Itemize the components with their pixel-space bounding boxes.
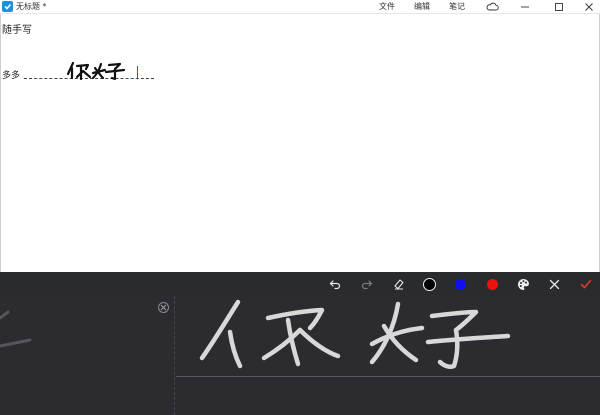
pad-baseline (176, 376, 600, 377)
redo-button[interactable] (360, 277, 374, 291)
text-caret (137, 66, 138, 79)
pen-blue-button[interactable] (453, 277, 467, 291)
maximize-button[interactable] (548, 0, 570, 13)
palette-button[interactable] (516, 277, 530, 291)
handwriting-toolbar (0, 272, 600, 296)
handwriting-pad[interactable]: 你好 (0, 296, 600, 415)
title-bar: 无标题 * 文件 编辑 笔记 (0, 0, 600, 14)
confirm-icon (580, 279, 592, 289)
close-window-button[interactable] (578, 0, 600, 13)
document-page[interactable] (0, 14, 600, 272)
eraser-icon (394, 279, 404, 290)
pen-color-blue (454, 278, 466, 290)
eraser-button[interactable] (392, 277, 406, 291)
palette-icon (517, 278, 529, 290)
cloud-icon[interactable] (486, 2, 499, 11)
pen-black-button[interactable] (422, 277, 436, 291)
close-circle-icon (160, 304, 167, 311)
pad-preview-area[interactable] (0, 296, 175, 415)
menu-edit[interactable]: 编辑 (414, 1, 430, 12)
app-icon (2, 1, 13, 12)
undo-button[interactable] (328, 277, 342, 291)
menu-file[interactable]: 文件 (379, 1, 395, 12)
maximize-icon (555, 2, 563, 11)
pen-red-button[interactable] (485, 277, 499, 291)
inline-handwriting: 你好 (66, 61, 126, 81)
close-pad-button[interactable] (547, 277, 561, 291)
document-line-text: 多多 (2, 71, 21, 81)
minimize-button[interactable] (514, 0, 536, 13)
close-icon (585, 2, 593, 11)
window-title: 无标题 * (16, 2, 47, 11)
document-heading: 随手写 (2, 25, 32, 36)
previous-stroke-ghost (0, 310, 32, 348)
menu-notes[interactable]: 笔记 (449, 1, 465, 12)
clear-pad-button[interactable] (158, 302, 169, 313)
undo-icon (329, 280, 341, 290)
minimize-icon (521, 6, 529, 7)
pen-color-black (422, 277, 436, 291)
close-icon (549, 279, 559, 289)
confirm-button[interactable] (579, 277, 593, 291)
handwriting-ink: 你好 (199, 299, 511, 370)
pen-color-red (486, 278, 498, 290)
redo-icon (361, 280, 373, 290)
